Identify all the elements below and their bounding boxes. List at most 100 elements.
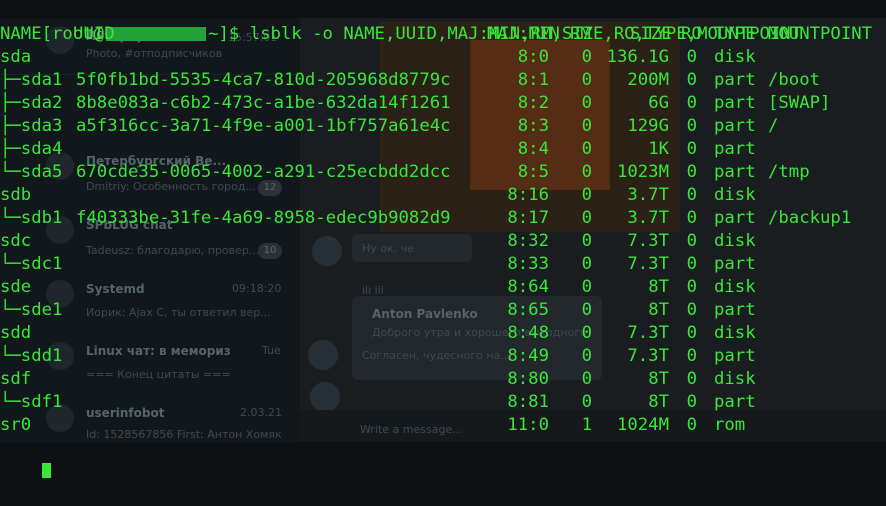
cell-ro: 0 — [686, 231, 697, 251]
cell-name: ├─sda3 — [0, 116, 63, 136]
cell-type: part — [714, 254, 756, 274]
cell-rm: 0 — [581, 93, 592, 113]
cell-size: 200M — [627, 70, 669, 90]
cell-type: part — [714, 392, 756, 412]
table-row: sdc 8:32 0 7.3T 0 disk — [0, 230, 886, 253]
table-row: sdd 8:48 0 7.3T 0 disk — [0, 322, 886, 345]
header-size: SIZE — [630, 24, 672, 44]
cell-ro: 0 — [686, 162, 697, 182]
cell-majmin: 8:48 — [507, 323, 549, 343]
cell-majmin: 8:2 — [517, 93, 549, 113]
cell-size: 7.3T — [627, 231, 669, 251]
cell-ro: 0 — [686, 277, 697, 297]
cell-mount: /backup1 — [768, 208, 852, 228]
cell-size: 8T — [648, 392, 669, 412]
terminal-cursor — [41, 463, 51, 478]
header-majmin: MAJ:MIN — [487, 24, 560, 44]
cell-mount: [SWAP] — [768, 93, 831, 113]
cell-majmin: 11:0 — [507, 415, 549, 435]
cell-majmin: 8:80 — [507, 369, 549, 389]
cell-type: part — [714, 346, 756, 366]
cell-uuid: a5f316cc-3a71-4f9e-a001-1bf757a61e4c — [76, 116, 451, 136]
cell-majmin: 8:1 — [517, 70, 549, 90]
cell-size: 8T — [648, 369, 669, 389]
cell-name: sda — [0, 47, 32, 67]
table-row: └─sde1 8:65 0 8T 0 part — [0, 299, 886, 322]
cell-rm: 0 — [581, 231, 592, 251]
cell-majmin: 8:5 — [517, 162, 549, 182]
cell-majmin: 8:3 — [517, 116, 549, 136]
cell-type: part — [714, 70, 756, 90]
table-row: sdf 8:80 0 8T 0 disk — [0, 368, 886, 391]
cell-size: 129G — [627, 116, 669, 136]
cell-size: 3.7T — [627, 208, 669, 228]
table-row: └─sdd1 8:49 0 7.3T 0 part — [0, 345, 886, 368]
cell-rm: 0 — [581, 346, 592, 366]
cell-mount: /tmp — [768, 162, 810, 182]
table-row: └─sdc1 8:33 0 7.3T 0 part — [0, 253, 886, 276]
cell-majmin: 8:49 — [507, 346, 549, 366]
cell-name: └─sdb1 — [0, 208, 63, 228]
cell-majmin: 8:17 — [507, 208, 549, 228]
cell-rm: 0 — [581, 254, 592, 274]
cell-majmin: 8:65 — [507, 300, 549, 320]
cell-majmin: 8:16 — [507, 185, 549, 205]
cell-name: ├─sda1 — [0, 70, 63, 90]
cell-size: 6G — [648, 93, 669, 113]
cell-ro: 0 — [686, 47, 697, 67]
next-prompt[interactable] — [0, 437, 51, 478]
header-uuid: UUID — [73, 24, 115, 44]
cell-size: 1024M — [616, 415, 669, 435]
cell-name: └─sdd1 — [0, 346, 63, 366]
cell-name: sdb — [0, 185, 32, 205]
cell-ro: 0 — [686, 415, 697, 435]
cell-ro: 0 — [686, 208, 697, 228]
cell-rm: 0 — [581, 323, 592, 343]
cell-rm: 0 — [581, 116, 592, 136]
terminal[interactable]: [root@ ~]$ lsblk -o NAME,UUID,MAJ:MIN,RM,… — [0, 0, 886, 478]
cell-rm: 0 — [581, 369, 592, 389]
cell-ro: 0 — [686, 392, 697, 412]
cell-name: ├─sda4 — [0, 139, 63, 159]
cell-mount: / — [768, 116, 779, 136]
cell-size: 1K — [648, 139, 669, 159]
cell-rm: 0 — [581, 208, 592, 228]
cell-ro: 0 — [686, 185, 697, 205]
cell-type: part — [714, 139, 756, 159]
cell-ro: 0 — [686, 369, 697, 389]
cell-uuid: 8b8e083a-c6b2-473c-a1be-632da14f1261 — [76, 93, 451, 113]
cell-ro: 0 — [686, 300, 697, 320]
cell-rm: 0 — [581, 392, 592, 412]
cell-type: part — [714, 300, 756, 320]
cell-majmin: 8:81 — [507, 392, 549, 412]
cell-size: 8T — [648, 277, 669, 297]
table-row: sdb 8:16 0 3.7T 0 disk — [0, 184, 886, 207]
table-row: └─sdb1 f40333be-31fe-4a69-8958-edec9b9082… — [0, 207, 886, 230]
cell-type: part — [714, 162, 756, 182]
cell-rm: 0 — [581, 185, 592, 205]
cell-type: part — [714, 116, 756, 136]
cell-rm: 0 — [581, 139, 592, 159]
cell-type: disk — [714, 47, 756, 67]
cell-name: sde — [0, 277, 32, 297]
cell-ro: 0 — [686, 116, 697, 136]
cell-type: disk — [714, 323, 756, 343]
cell-rm: 1 — [581, 415, 592, 435]
cell-type: disk — [714, 277, 756, 297]
cell-ro: 0 — [686, 93, 697, 113]
cell-ro: 0 — [686, 254, 697, 274]
cell-name: ├─sda2 — [0, 93, 63, 113]
cell-uuid: f40333be-31fe-4a69-8958-edec9b9082d9 — [76, 208, 451, 228]
cell-name: └─sda5 — [0, 162, 63, 182]
cell-name: sr0 — [0, 415, 32, 435]
cell-type: part — [714, 208, 756, 228]
cell-majmin: 8:33 — [507, 254, 549, 274]
cell-name: sdc — [0, 231, 32, 251]
table-row: └─sdf1 8:81 0 8T 0 part — [0, 391, 886, 414]
cell-rm: 0 — [581, 70, 592, 90]
cell-name: sdd — [0, 323, 32, 343]
cell-ro: 0 — [686, 346, 697, 366]
cell-majmin: 8:32 — [507, 231, 549, 251]
cell-name: └─sde1 — [0, 300, 63, 320]
header-type: TYPE — [714, 24, 756, 44]
